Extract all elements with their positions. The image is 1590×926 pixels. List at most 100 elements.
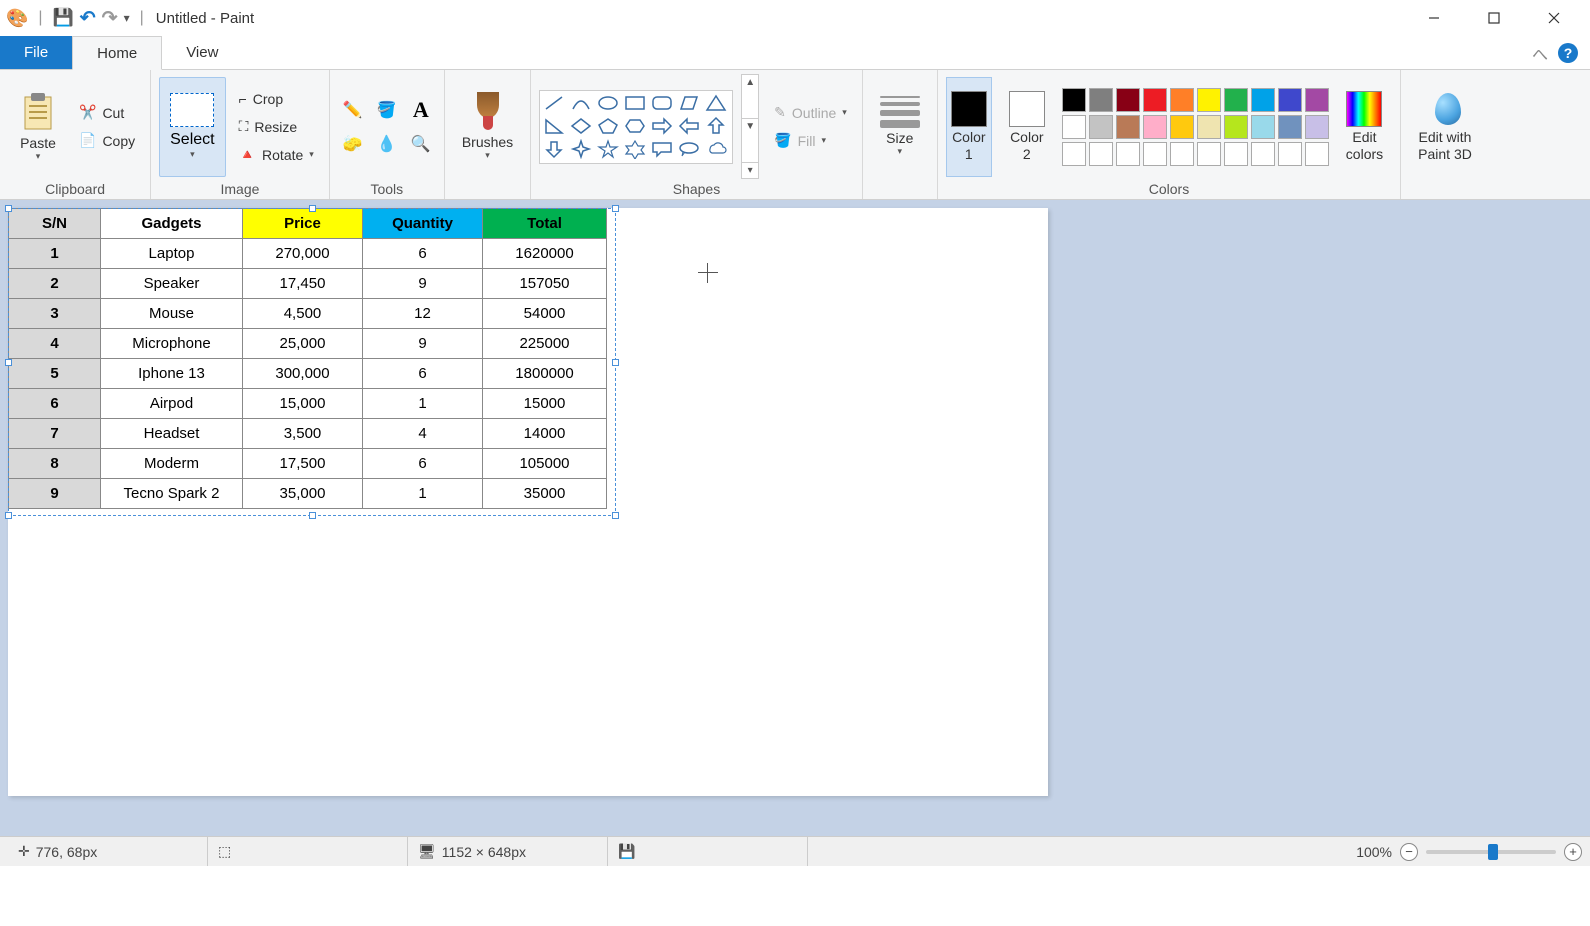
shape-roundrect-icon[interactable] bbox=[650, 93, 674, 113]
color2-button[interactable]: Color 2 bbox=[1000, 77, 1054, 177]
zoom-out-button[interactable]: − bbox=[1400, 843, 1418, 861]
color-swatch[interactable] bbox=[1062, 88, 1086, 112]
shape-line-icon[interactable] bbox=[542, 93, 566, 113]
color-swatch[interactable] bbox=[1089, 88, 1113, 112]
shape-arrow-down-icon[interactable] bbox=[542, 139, 566, 159]
tab-view[interactable]: View bbox=[162, 36, 242, 69]
shapes-more[interactable]: ▾ bbox=[742, 162, 758, 178]
shape-arrow-up-icon[interactable] bbox=[704, 116, 728, 136]
help-icon[interactable]: ? bbox=[1558, 43, 1578, 63]
eraser-tool[interactable]: 🧽 bbox=[338, 129, 368, 159]
crop-button[interactable]: ⌐Crop bbox=[232, 86, 321, 112]
shape-callout-rect-icon[interactable] bbox=[650, 139, 674, 159]
shape-oval-icon[interactable] bbox=[596, 93, 620, 113]
picker-tool[interactable]: 💧 bbox=[372, 129, 402, 159]
shape-right-triangle-icon[interactable] bbox=[542, 116, 566, 136]
color-swatch[interactable] bbox=[1170, 142, 1194, 166]
color-swatch[interactable] bbox=[1224, 88, 1248, 112]
color1-button[interactable]: Color 1 bbox=[946, 77, 992, 177]
text-tool[interactable]: A bbox=[406, 95, 436, 125]
save-icon[interactable]: 💾 bbox=[53, 8, 74, 28]
fill-tool[interactable]: 🪣 bbox=[372, 95, 402, 125]
shapes-scroll-down[interactable]: ▼ bbox=[742, 118, 758, 134]
magnifier-tool[interactable]: 🔍 bbox=[406, 129, 436, 159]
color-swatch[interactable] bbox=[1197, 88, 1221, 112]
color-swatch[interactable] bbox=[1143, 88, 1167, 112]
undo-icon[interactable]: ↶ bbox=[80, 7, 96, 30]
color-swatch[interactable] bbox=[1197, 142, 1221, 166]
shape-diamond-icon[interactable] bbox=[569, 116, 593, 136]
edit-colors-button[interactable]: Edit colors bbox=[1337, 77, 1392, 177]
shape-triangle-icon[interactable] bbox=[704, 93, 728, 113]
shape-curve-icon[interactable] bbox=[569, 93, 593, 113]
edit-with-paint3d-button[interactable]: Edit with Paint 3D bbox=[1409, 77, 1481, 177]
color-swatch[interactable] bbox=[1143, 142, 1167, 166]
copy-button[interactable]: 📄Copy bbox=[72, 128, 142, 154]
workspace[interactable]: S/N Gadgets Price Quantity Total 1Laptop… bbox=[0, 200, 1590, 836]
color-swatch[interactable] bbox=[1143, 115, 1167, 139]
shape-star6-icon[interactable] bbox=[623, 139, 647, 159]
color-swatch[interactable] bbox=[1305, 115, 1329, 139]
color-swatch[interactable] bbox=[1170, 115, 1194, 139]
tab-file[interactable]: File bbox=[0, 36, 72, 69]
color-swatch[interactable] bbox=[1089, 142, 1113, 166]
color-swatch[interactable] bbox=[1251, 115, 1275, 139]
shape-rect-icon[interactable] bbox=[623, 93, 647, 113]
color-swatch[interactable] bbox=[1305, 142, 1329, 166]
shape-hexagon-icon[interactable] bbox=[623, 116, 647, 136]
maximize-button[interactable] bbox=[1464, 0, 1524, 36]
close-button[interactable] bbox=[1524, 0, 1584, 36]
resize-button[interactable]: ⛶Resize bbox=[232, 114, 321, 140]
color-swatch[interactable] bbox=[1278, 142, 1302, 166]
canvas[interactable]: S/N Gadgets Price Quantity Total 1Laptop… bbox=[8, 208, 1048, 796]
zoom-slider[interactable] bbox=[1426, 850, 1556, 854]
cut-button[interactable]: ✂️Cut bbox=[72, 100, 142, 126]
collapse-ribbon-icon[interactable]: へ bbox=[1532, 41, 1548, 65]
color-swatch[interactable] bbox=[1224, 115, 1248, 139]
color-swatch[interactable] bbox=[1116, 115, 1140, 139]
group-paint3d: Edit with Paint 3D bbox=[1401, 70, 1489, 199]
pencil-tool[interactable]: ✏️ bbox=[338, 95, 368, 125]
customize-qat-icon[interactable]: ▾ bbox=[124, 11, 130, 25]
fill-button[interactable]: 🪣Fill ▾ bbox=[767, 128, 854, 154]
shape-star4-icon[interactable] bbox=[569, 139, 593, 159]
shape-callout-cloud-icon[interactable] bbox=[704, 139, 728, 159]
color-swatch[interactable] bbox=[1305, 88, 1329, 112]
redo-icon[interactable]: ↷ bbox=[102, 7, 118, 30]
size-button[interactable]: Size ▾ bbox=[871, 77, 929, 177]
rotate-button[interactable]: 🔺Rotate ▾ bbox=[232, 142, 321, 168]
shape-pentagon-icon[interactable] bbox=[596, 116, 620, 136]
palette-row-1[interactable] bbox=[1062, 88, 1329, 112]
color-swatch[interactable] bbox=[1251, 88, 1275, 112]
palette-row-2[interactable] bbox=[1062, 115, 1329, 139]
color-swatch[interactable] bbox=[1062, 115, 1086, 139]
color-swatch[interactable] bbox=[1116, 88, 1140, 112]
minimize-button[interactable] bbox=[1404, 0, 1464, 36]
paste-button[interactable]: Paste ▾ bbox=[8, 77, 68, 177]
outline-button[interactable]: ✎Outline ▾ bbox=[767, 100, 854, 126]
palette-row-3[interactable] bbox=[1062, 142, 1329, 166]
color-swatch[interactable] bbox=[1278, 115, 1302, 139]
shape-polygon-icon[interactable] bbox=[677, 93, 701, 113]
shapes-scroll-up[interactable]: ▲ bbox=[742, 75, 758, 90]
color-swatch[interactable] bbox=[1062, 142, 1086, 166]
color-swatch[interactable] bbox=[1089, 115, 1113, 139]
tab-home[interactable]: Home bbox=[72, 36, 162, 70]
color-swatch[interactable] bbox=[1197, 115, 1221, 139]
select-button[interactable]: Select ▾ bbox=[159, 77, 225, 177]
shapes-gallery[interactable] bbox=[539, 90, 733, 164]
shape-callout-oval-icon[interactable] bbox=[677, 139, 701, 159]
color-swatch[interactable] bbox=[1170, 88, 1194, 112]
title-bar: 🎨 | 💾 ↶ ↷ ▾ | Untitled - Paint bbox=[0, 0, 1590, 36]
color-swatch[interactable] bbox=[1278, 88, 1302, 112]
shape-arrow-left-icon[interactable] bbox=[677, 116, 701, 136]
color-swatch[interactable] bbox=[1224, 142, 1248, 166]
shape-star5-icon[interactable] bbox=[596, 139, 620, 159]
color-swatch[interactable] bbox=[1251, 142, 1275, 166]
brushes-button[interactable]: Brushes ▾ bbox=[453, 77, 522, 177]
shape-arrow-right-icon[interactable] bbox=[650, 116, 674, 136]
selection-marquee[interactable] bbox=[8, 208, 616, 516]
ribbon-tabs: File Home View へ ? bbox=[0, 36, 1590, 70]
color-swatch[interactable] bbox=[1116, 142, 1140, 166]
zoom-in-button[interactable]: + bbox=[1564, 843, 1582, 861]
